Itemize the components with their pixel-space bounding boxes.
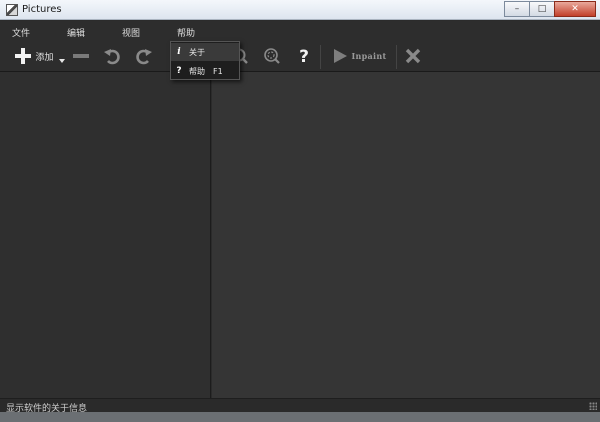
play-icon [333, 49, 347, 63]
toolbar-separator [396, 45, 397, 69]
image-canvas[interactable] [212, 72, 600, 398]
zoom-fit-button[interactable] [260, 41, 284, 71]
redo-button[interactable] [133, 41, 155, 71]
minus-icon [73, 54, 89, 58]
resize-grip-icon[interactable] [589, 402, 597, 410]
zoom-fit-icon [264, 48, 280, 64]
app-icon [6, 4, 18, 16]
add-button[interactable]: 添加 [12, 41, 68, 71]
menu-view[interactable]: 视图 [122, 26, 140, 39]
help-button[interactable]: ? [292, 41, 316, 71]
info-icon: i [177, 47, 181, 57]
help-dropdown-menu: i 关于 ? 帮助 F1 [170, 41, 240, 80]
menubar: 文件 编辑 视图 帮助 [0, 21, 600, 41]
toolbar-separator [320, 45, 321, 69]
menu-item-help-label: 帮助 [189, 66, 205, 76]
close-x-icon [405, 48, 421, 64]
menu-item-about[interactable]: i 关于 [171, 43, 239, 61]
menu-edit[interactable]: 编辑 [67, 26, 85, 39]
window-title: Pictures [22, 4, 62, 15]
statusbar: 显示软件的关于信息 [0, 398, 600, 414]
toolbar: 添加 ? Inpaint [0, 41, 600, 72]
add-label: 添加 [35, 52, 54, 63]
help-icon: ? [299, 47, 309, 65]
question-icon: ? [176, 66, 182, 76]
window-titlebar[interactable]: Pictures – □ ✕ [0, 0, 600, 20]
plus-icon [15, 48, 32, 64]
menu-help[interactable]: 帮助 [177, 26, 195, 39]
close-button[interactable]: ✕ [554, 1, 596, 17]
chevron-down-icon[interactable] [58, 57, 66, 65]
desktop-strip [0, 412, 600, 422]
inpaint-button[interactable]: Inpaint [328, 41, 390, 71]
svg-text:?: ? [299, 47, 309, 65]
inpaint-label: Inpaint [351, 51, 387, 61]
menu-item-about-label: 关于 [189, 47, 205, 57]
image-list-panel[interactable] [0, 72, 211, 398]
menu-item-help-shortcut: F1 [213, 66, 223, 76]
caption-buttons: – □ ✕ [504, 1, 596, 17]
remove-button[interactable] [70, 41, 92, 71]
menu-file[interactable]: 文件 [12, 26, 30, 39]
undo-icon [104, 49, 120, 65]
redo-icon [136, 49, 152, 65]
minimize-button[interactable]: – [504, 1, 530, 17]
cancel-button[interactable] [402, 41, 424, 71]
undo-button[interactable] [101, 41, 123, 71]
menu-item-help[interactable]: ? 帮助 F1 [171, 62, 239, 80]
maximize-button[interactable]: □ [529, 1, 555, 17]
